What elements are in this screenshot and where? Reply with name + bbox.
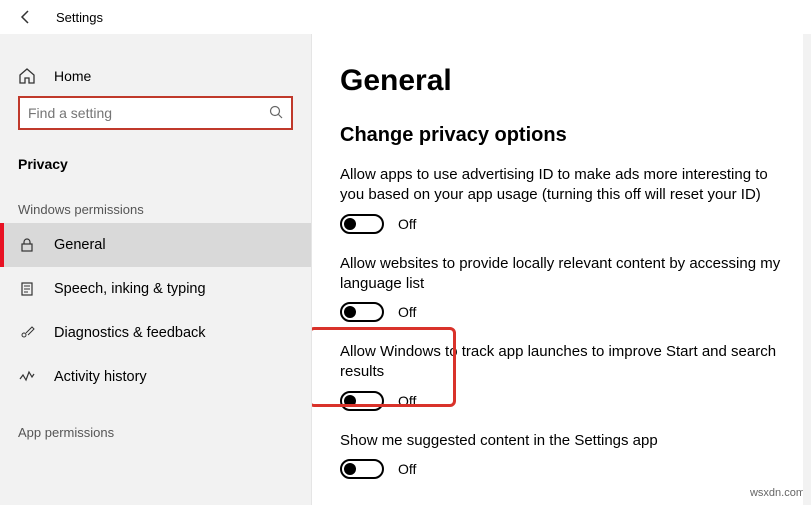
activity-icon [18, 368, 36, 386]
sidebar-item-diagnostics[interactable]: Diagnostics & feedback [0, 311, 311, 355]
section-header-app-permissions: App permissions [0, 409, 311, 446]
option-advertising-id: Allow apps to use advertising ID to make… [340, 165, 783, 234]
home-label: Home [54, 68, 91, 84]
toggle-state: Off [398, 461, 416, 477]
option-description: Allow Windows to track app launches to i… [340, 342, 783, 383]
search-input[interactable] [28, 105, 269, 121]
toggle-app-launches[interactable] [340, 391, 384, 411]
sidebar: Home Privacy Windows permissions General… [0, 34, 312, 505]
sidebar-item-label: Speech, inking & typing [54, 281, 206, 297]
option-description: Allow websites to provide locally releva… [340, 254, 783, 295]
option-suggested-content: Show me suggested content in the Setting… [340, 431, 783, 479]
section-header-windows-permissions: Windows permissions [0, 186, 311, 223]
back-icon[interactable] [18, 9, 34, 25]
sidebar-item-label: Activity history [54, 369, 147, 385]
category-label: Privacy [0, 150, 311, 186]
sidebar-item-activity[interactable]: Activity history [0, 355, 311, 399]
option-app-launches: Allow Windows to track app launches to i… [340, 342, 783, 411]
toggle-advertising-id[interactable] [340, 214, 384, 234]
option-description: Show me suggested content in the Setting… [340, 431, 783, 451]
window-title: Settings [56, 10, 103, 25]
content-pane: General Change privacy options Allow app… [312, 34, 811, 505]
sidebar-item-label: General [54, 237, 106, 253]
option-description: Allow apps to use advertising ID to make… [340, 165, 783, 206]
titlebar: Settings [0, 0, 811, 34]
search-input-container[interactable] [18, 96, 293, 130]
option-language-list: Allow websites to provide locally releva… [340, 254, 783, 323]
sidebar-item-speech[interactable]: Speech, inking & typing [0, 267, 311, 311]
home-nav[interactable]: Home [0, 56, 311, 96]
toggle-suggested-content[interactable] [340, 459, 384, 479]
sidebar-item-general[interactable]: General [0, 223, 311, 267]
scrollbar[interactable] [803, 34, 811, 505]
sidebar-item-label: Diagnostics & feedback [54, 325, 206, 341]
toggle-language-list[interactable] [340, 302, 384, 322]
home-icon [18, 67, 36, 85]
toggle-state: Off [398, 393, 416, 409]
toggle-state: Off [398, 304, 416, 320]
search-icon [269, 105, 283, 122]
lock-icon [18, 236, 36, 254]
watermark: wsxdn.com [750, 487, 805, 499]
page-title: General [340, 64, 783, 98]
page-subtitle: Change privacy options [340, 124, 783, 147]
feedback-icon [18, 324, 36, 342]
clipboard-icon [18, 280, 36, 298]
toggle-state: Off [398, 216, 416, 232]
